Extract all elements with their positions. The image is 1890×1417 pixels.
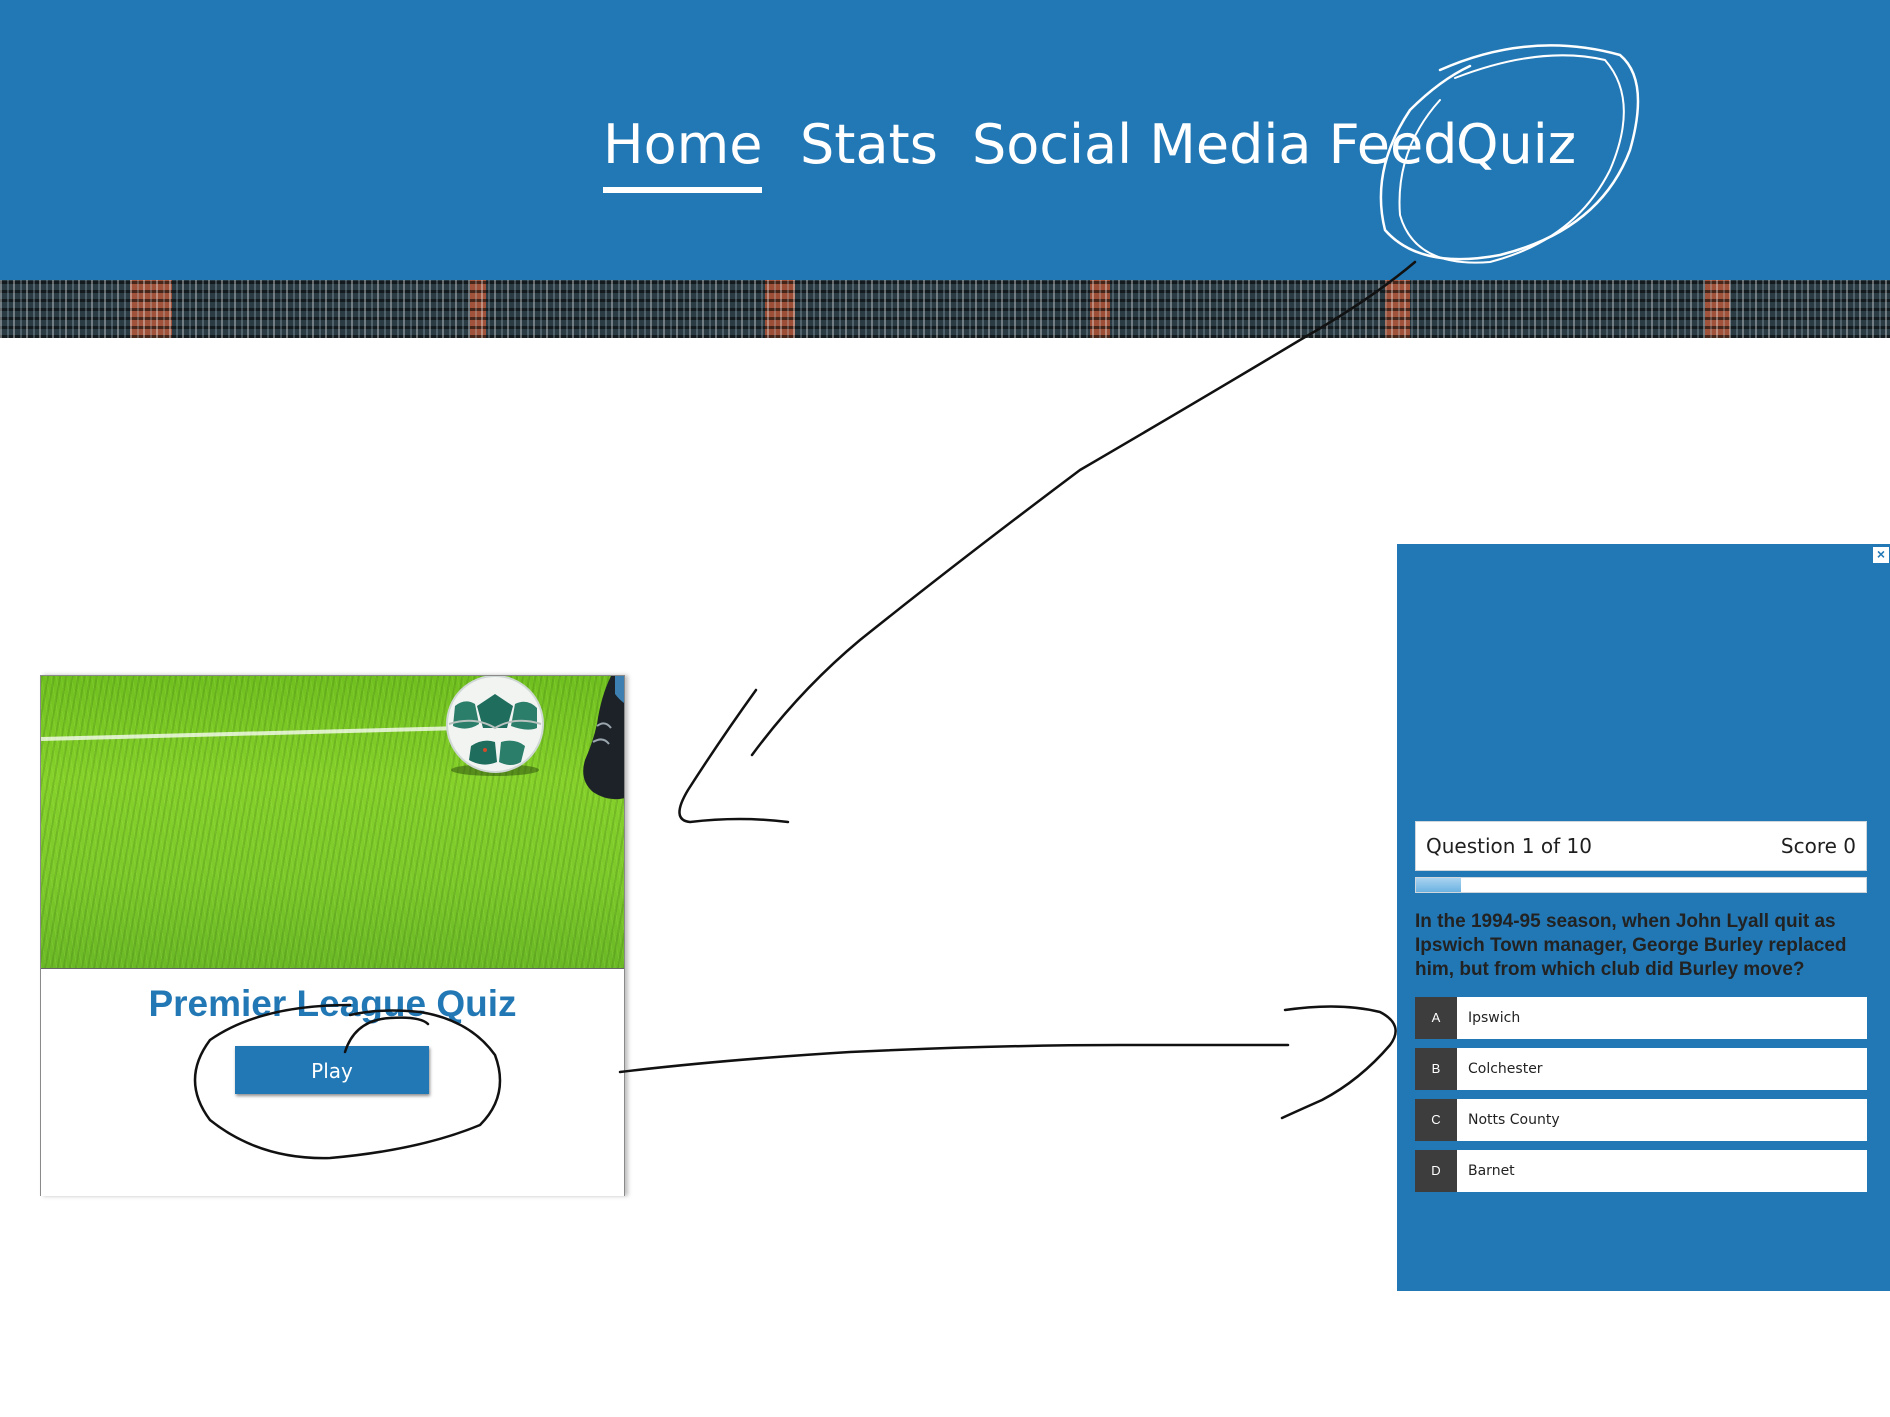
nav-item-quiz[interactable]: Quiz: [1456, 105, 1576, 185]
play-button[interactable]: Play: [235, 1046, 429, 1094]
main-nav: Home Stats Social Media Feed Quiz: [0, 105, 1890, 193]
answer-letter: D: [1415, 1150, 1457, 1192]
quiz-status-bar: Question 1 of 10 Score 0: [1415, 821, 1867, 871]
site-header: Home Stats Social Media Feed Quiz: [0, 0, 1890, 280]
question-counter: Question 1 of 10: [1426, 834, 1592, 858]
football-pitch-image: [41, 676, 624, 969]
nav-item-stats[interactable]: Stats: [800, 105, 938, 185]
annotation-arrow-to-panel: [618, 1043, 1290, 1074]
nav-item-social-media-feed[interactable]: Social Media Feed: [972, 105, 1457, 185]
quiz-panel: × Question 1 of 10 Score 0 In the 1994-9…: [1397, 544, 1890, 1291]
progress-fill: [1416, 878, 1461, 892]
answer-letter: C: [1415, 1099, 1457, 1141]
answer-text: Barnet: [1468, 1163, 1515, 1179]
progress-bar: [1415, 877, 1867, 893]
annotation-arrowhead-card: [678, 688, 790, 824]
card-title: Premier League Quiz: [148, 983, 517, 1024]
answer-option-a[interactable]: A Ipswich: [1415, 997, 1867, 1039]
answer-option-b[interactable]: B Colchester: [1415, 1048, 1867, 1090]
answer-text: Notts County: [1468, 1112, 1560, 1128]
answer-letter: A: [1415, 997, 1457, 1039]
annotation-arrowhead-panel: [1280, 1005, 1397, 1120]
nav-item-home[interactable]: Home: [603, 105, 763, 193]
answer-option-c[interactable]: C Notts County: [1415, 1099, 1867, 1141]
football-boot-icon: [583, 676, 624, 800]
answer-text: Colchester: [1468, 1061, 1543, 1077]
score-display: Score 0: [1780, 834, 1856, 858]
answer-option-d[interactable]: D Barnet: [1415, 1150, 1867, 1192]
question-text: In the 1994-95 season, when John Lyall q…: [1415, 911, 1847, 980]
close-icon[interactable]: ×: [1872, 546, 1890, 564]
stadium-crowd-banner: [0, 280, 1890, 338]
answer-letter: B: [1415, 1048, 1457, 1090]
football-icon: [446, 676, 544, 776]
answer-text: Ipswich: [1468, 1010, 1521, 1026]
quiz-card: Premier League Quiz Play: [40, 675, 625, 1196]
answer-list: A Ipswich B Colchester C Notts County D …: [1415, 997, 1867, 1201]
